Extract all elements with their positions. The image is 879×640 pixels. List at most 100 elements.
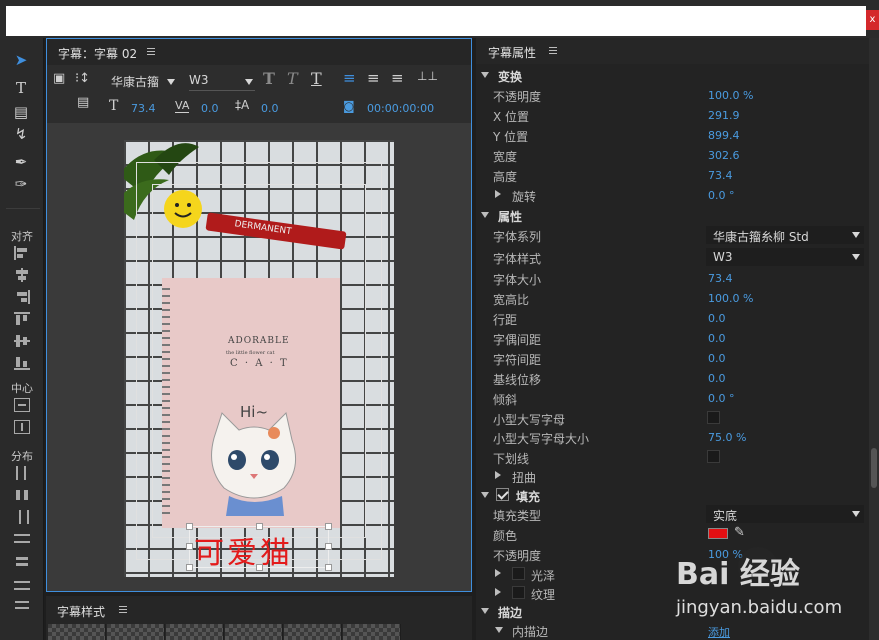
align-middle-icon[interactable] (14, 334, 30, 348)
area-type-tool-icon[interactable]: ▤ (10, 102, 32, 122)
panel-menu-icon[interactable] (147, 48, 157, 58)
small-caps-checkbox[interactable] (707, 411, 720, 424)
height-row: 高度 73.4 (493, 169, 733, 184)
font-family-select[interactable]: 华康古籀糸柳 Std (706, 226, 864, 244)
kerning-value[interactable]: 0.0 (201, 102, 219, 115)
style-swatch[interactable] (166, 624, 224, 640)
bold-icon[interactable]: T (263, 69, 275, 88)
center-vertical-icon[interactable] (14, 420, 30, 434)
resize-handle[interactable] (186, 523, 193, 530)
styles-menu-icon[interactable] (119, 606, 129, 616)
roll-crawl-options-icon[interactable]: ⁝↕ (75, 71, 90, 86)
align-top-icon[interactable] (14, 312, 30, 326)
distribute-center-icon[interactable] (14, 488, 30, 502)
leading-value[interactable]: 0.0 (261, 102, 279, 115)
baseline-shift-row: 基线位移 0.0 (493, 372, 726, 387)
subtitle-text-box[interactable]: 可爱猫 (186, 523, 332, 571)
resize-handle[interactable] (256, 564, 263, 571)
distribute-bottom-icon[interactable] (14, 576, 30, 590)
resize-handle[interactable] (325, 543, 332, 550)
kerning-row: 字偶间距 0.0 (493, 332, 726, 347)
show-background-video-icon[interactable]: ◙ (343, 99, 355, 113)
templates-icon[interactable]: ▤ (77, 95, 89, 110)
distribute-left-icon[interactable] (14, 466, 30, 480)
align-center-vertical-icon[interactable] (14, 268, 30, 282)
align-bottom-icon[interactable] (14, 356, 30, 370)
resize-handle[interactable] (325, 564, 332, 571)
add-anchor-tool-icon[interactable]: ✑ (10, 174, 32, 194)
properties-menu-icon[interactable] (549, 47, 559, 57)
properties-panel-tab[interactable]: 字幕属性 (488, 44, 536, 61)
title-safe-margin (152, 184, 366, 538)
font-style-row: 字体样式 W3 (476, 247, 869, 267)
path-type-tool-icon[interactable]: ↯ (10, 124, 32, 144)
align-text-center-icon[interactable]: ≡ (367, 69, 380, 87)
align-left-icon[interactable] (14, 246, 30, 260)
aspect-row: 宽高比 100.0 % (493, 292, 754, 307)
underline-checkbox[interactable] (707, 450, 720, 463)
style-swatch[interactable] (107, 624, 165, 640)
selection-tool-icon[interactable]: ➤ (10, 50, 32, 70)
transform-opacity-row: 不透明度 100.0 % (493, 89, 754, 104)
distort-row[interactable]: 扭曲 (476, 466, 869, 486)
font-size-value[interactable]: 73.4 (131, 102, 156, 115)
resize-handle[interactable] (186, 564, 193, 571)
background-video-frame: DERMANENT ADORABLE the little flower cat… (124, 140, 394, 577)
expand-icon (481, 492, 489, 498)
scrollbar-thumb[interactable] (871, 448, 877, 488)
close-button[interactable]: x (866, 10, 879, 30)
distribute-middle-icon[interactable] (14, 554, 30, 568)
font-style-dropdown[interactable]: W3 (189, 73, 255, 91)
style-swatch[interactable] (284, 624, 342, 640)
watermark-site-text: jingyan.baidu.com (676, 597, 843, 618)
distribute-top-icon[interactable] (14, 532, 30, 546)
fill-type-select[interactable]: 实底 (706, 505, 864, 523)
slant-row: 倾斜 0.0 ° (493, 392, 735, 407)
transform-section-header[interactable]: 变换 (476, 65, 869, 85)
style-swatch[interactable] (225, 624, 283, 640)
timecode-value[interactable]: 00:00:00:00 (367, 102, 434, 115)
title-styles-panel: 字幕样式 (46, 596, 472, 640)
texture-checkbox[interactable] (512, 586, 525, 599)
align-text-right-icon[interactable]: ≡ (391, 69, 404, 87)
font-family-dropdown[interactable]: 华康古籀 (111, 73, 177, 91)
style-swatch[interactable] (343, 624, 401, 640)
fill-color-swatch[interactable] (708, 528, 728, 539)
eyedropper-icon[interactable]: ✎ (734, 525, 745, 540)
distribute-horizontal-icon[interactable] (14, 598, 30, 612)
font-style-select[interactable]: W3 (706, 248, 864, 266)
expand-icon (481, 72, 489, 78)
fill-checkbox[interactable] (496, 488, 509, 501)
kerning-icon: VA (175, 99, 190, 113)
align-right-icon[interactable] (14, 290, 30, 304)
new-title-icon[interactable]: ▣ (53, 71, 65, 86)
align-text-left-icon[interactable]: ≡ (343, 69, 356, 87)
collapse-icon (495, 569, 501, 577)
title-bar-blank (6, 6, 866, 36)
collapse-icon (495, 190, 501, 198)
sheen-checkbox[interactable] (512, 567, 525, 580)
center-horizontal-icon[interactable] (14, 398, 30, 412)
styles-panel-tab[interactable]: 字幕样式 (57, 603, 105, 620)
rotation-row[interactable]: 旋转 0.0 ° (476, 185, 869, 205)
attributes-section-header[interactable]: 属性 (476, 205, 869, 225)
font-size-row: 字体大小 73.4 (493, 272, 733, 287)
pen-tool-icon[interactable]: ✒ (10, 152, 32, 172)
title-panel-tab[interactable]: 字幕：字幕 02 (58, 45, 137, 62)
underline-icon[interactable]: T (311, 69, 322, 88)
subtitle-text[interactable]: 可爱猫 (194, 528, 293, 572)
baidu-watermark: Bai 经验 jingyan.baidu.com (676, 545, 876, 635)
resize-handle[interactable] (186, 543, 193, 550)
tab-stops-icon[interactable]: ⊥⊥ (417, 69, 438, 83)
resize-handle[interactable] (256, 523, 263, 530)
fill-color-row: 颜色 ✎ (493, 525, 745, 543)
font-family-row: 字体系列 华康古籀糸柳 Std (476, 225, 869, 245)
fill-section-header[interactable]: 填充 (476, 485, 869, 505)
properties-panel-header: 字幕属性 (476, 38, 869, 64)
type-tool-icon[interactable]: T (10, 78, 32, 98)
style-swatch[interactable] (48, 624, 106, 640)
resize-handle[interactable] (325, 523, 332, 530)
italic-icon[interactable]: T (287, 69, 298, 88)
title-canvas[interactable]: DERMANENT ADORABLE the little flower cat… (47, 123, 471, 591)
distribute-right-icon[interactable] (14, 510, 30, 524)
